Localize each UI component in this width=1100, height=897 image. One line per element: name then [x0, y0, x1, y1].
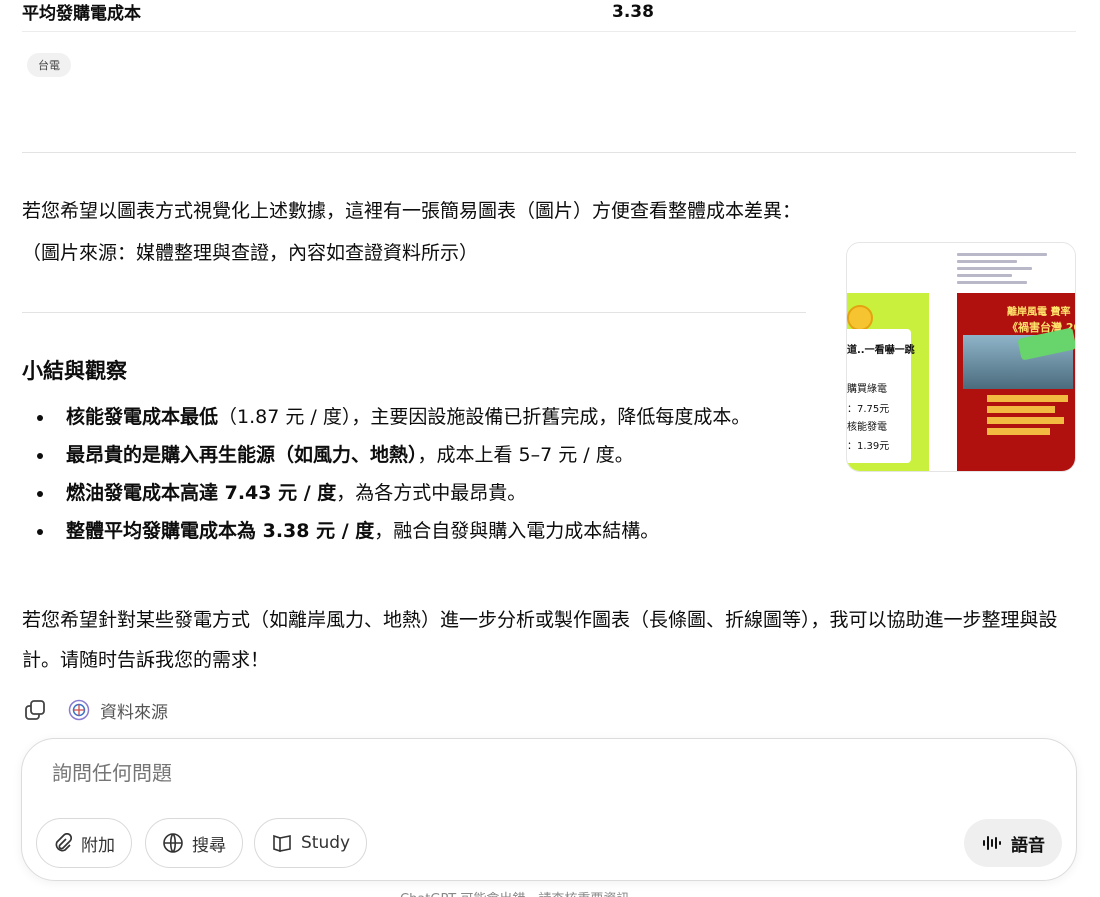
search-button[interactable]: 搜尋 [145, 818, 243, 868]
table-row-average-cost: 平均發購電成本 3.38 [22, 0, 1076, 32]
list-item: 燃油發電成本高達 7.43 元 / 度，為各方式中最昂貴。 [22, 474, 812, 512]
intro-paragraph: 若您希望以圖表方式視覺化上述數據，這裡有一張簡易圖表（圖片）方便查看整體成本差異… [22, 200, 802, 222]
laughing-emoji-icon [847, 305, 873, 331]
chart-image-thumbnail[interactable]: 道..一看嚇一跳 購買綠電 ：7.75元 核能發電 ：1.39元 離岸風電 費率… [846, 242, 1076, 472]
table-cell-value: 3.38 [612, 1, 654, 22]
globe-icon [163, 833, 183, 853]
voice-button[interactable]: 語音 [964, 819, 1062, 867]
divider [22, 152, 1076, 153]
sources-label: 資料來源 [100, 702, 168, 723]
source-favicon-icon [68, 699, 90, 721]
list-item: 整體平均發購電成本為 3.38 元 / 度，融合自發與購入電力成本結構。 [22, 512, 812, 550]
disclaimer-footer: ChatGPT 可能會出錯。請查核重要資訊。 [400, 888, 642, 897]
list-item: 核能發電成本最低（1.87 元 / 度），主要因設施設備已折舊完成，降低每度成本… [22, 398, 812, 436]
sources-button[interactable]: 資料來源 [68, 698, 168, 723]
list-item: 最昂貴的是購入再生能源（如風力、地熱），成本上看 5–7 元 / 度。 [22, 436, 812, 474]
divider [22, 312, 806, 313]
thumbnail-left-line: ：7.75元 [847, 404, 890, 415]
chat-composer: 附加 搜尋 Study 語音 [21, 738, 1077, 881]
thumbnail-left-title: 道..一看嚇一跳 [847, 345, 915, 356]
message-actions: 資料來源 [22, 696, 168, 724]
thumbnail-left-line: 購買綠電 [847, 384, 887, 395]
thumbnail-left-line: 核能發電 [847, 422, 887, 433]
prompt-input[interactable] [52, 761, 952, 785]
thumbnail-right-title: 離岸風電 費率 [1007, 307, 1071, 318]
table-cell-label: 平均發購電成本 [22, 4, 141, 24]
thumbnail-left-line: ：1.39元 [847, 441, 890, 452]
study-button[interactable]: Study [254, 818, 368, 868]
thumbnail-header [847, 243, 1075, 293]
summary-list: 核能發電成本最低（1.87 元 / 度），主要因設施設備已折舊完成，降低每度成本… [22, 398, 812, 550]
voice-waveform-icon [983, 836, 1001, 850]
book-icon [273, 834, 291, 853]
summary-heading: 小結與觀察 [22, 359, 127, 383]
attach-button[interactable]: 附加 [36, 818, 132, 868]
thumbnail-right-text-lines [987, 395, 1075, 439]
source-tag[interactable]: 台電 [27, 53, 71, 77]
paperclip-icon [55, 833, 73, 852]
copy-icon[interactable] [22, 697, 48, 723]
closing-paragraph: 若您希望針對某些發電方式（如離岸風力、地熱）進一步分析或製作圖表（長條圖、折線圖… [22, 609, 1058, 671]
image-source-note: （圖片來源：媒體整理與查證，內容如查證資料所示） [22, 242, 479, 264]
